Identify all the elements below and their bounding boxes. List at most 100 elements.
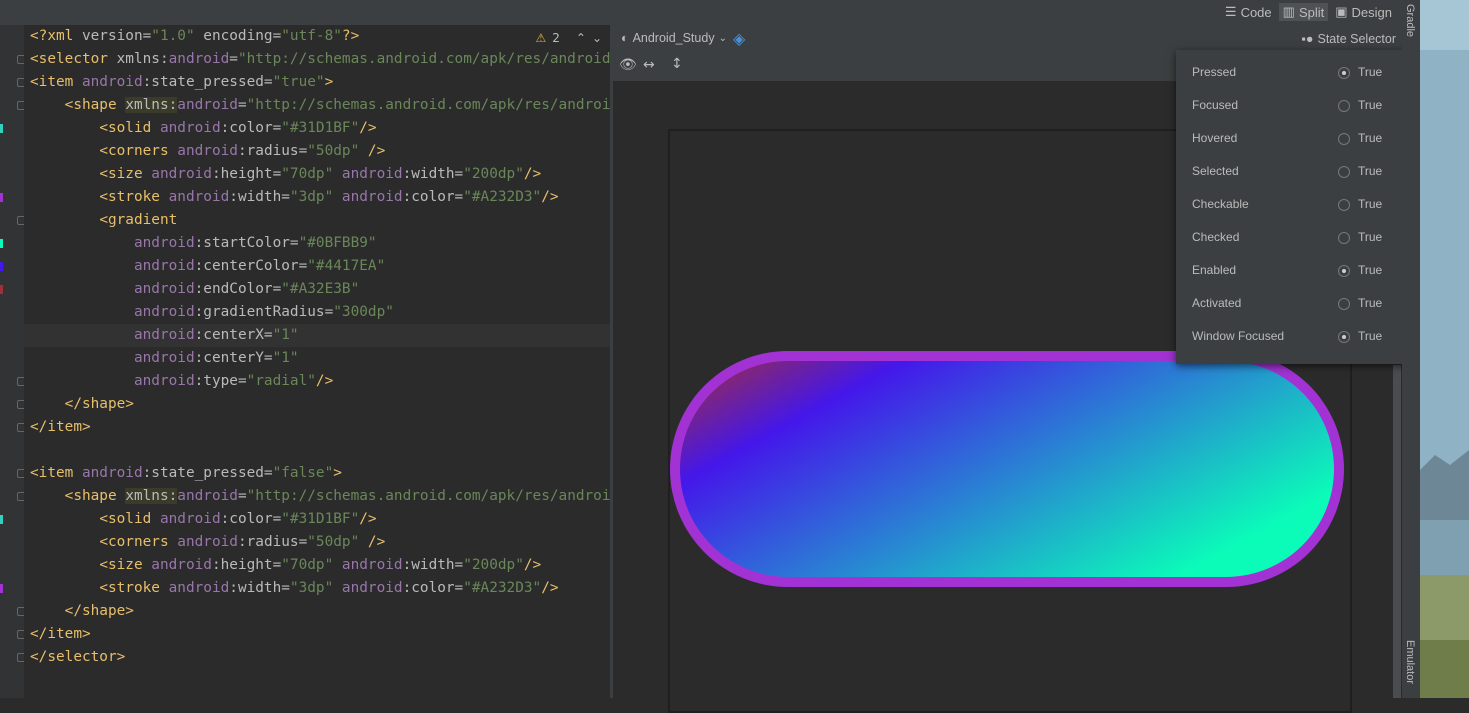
color-gutter-marker[interactable] — [0, 515, 3, 524]
code-line[interactable]: <selector xmlns:android="http://schemas.… — [24, 48, 610, 71]
state-selector-toggle[interactable]: ▪● State Selector — [1302, 32, 1397, 46]
code-line[interactable]: <shape xmlns:android="http://schemas.and… — [24, 94, 610, 117]
vertical-scrollbar[interactable] — [1393, 365, 1401, 698]
layers-icon[interactable]: ◈ — [733, 29, 745, 48]
code-line[interactable]: </selector> — [24, 646, 610, 669]
tab-code-label: Code — [1240, 4, 1272, 20]
code-line[interactable]: android:type="radial"/> — [24, 370, 610, 393]
code-line[interactable]: <shape xmlns:android="http://schemas.and… — [24, 485, 610, 508]
gradle-tool-button[interactable]: Gradle — [1404, 4, 1416, 37]
code-token: "true" — [272, 74, 325, 90]
code-line[interactable]: <corners android:radius="50dp" /> — [24, 140, 610, 163]
true-radio[interactable] — [1338, 67, 1350, 79]
true-radio[interactable] — [1338, 199, 1350, 211]
code-token: :height= — [211, 166, 282, 182]
code-token: = — [237, 97, 247, 113]
tab-split-label: Split — [1298, 4, 1325, 20]
code-token: <corners — [99, 534, 178, 550]
code-line[interactable]: <solid android:color="#31D1BF"/> — [24, 117, 610, 140]
code-line[interactable]: <?xml version="1.0" encoding="utf-8"?> — [24, 25, 610, 48]
code-line[interactable]: android:startColor="#0BFBB9" — [24, 232, 610, 255]
code-line[interactable]: android:centerY="1" — [24, 347, 610, 370]
code-token: android — [341, 166, 403, 182]
code-line[interactable]: <stroke android:width="3dp" android:colo… — [24, 186, 610, 209]
color-gutter-marker[interactable] — [0, 285, 3, 294]
code-line[interactable]: </item> — [24, 623, 610, 646]
code-line[interactable]: </item> — [24, 416, 610, 439]
true-radio[interactable] — [1338, 100, 1350, 112]
code-line[interactable]: <size android:height="70dp" android:widt… — [24, 163, 610, 186]
true-label: True — [1358, 98, 1383, 112]
code-line[interactable] — [24, 439, 610, 462]
tab-design[interactable]: ▣ Design — [1331, 3, 1396, 21]
code-line[interactable]: </shape> — [24, 600, 610, 623]
code-token: /> — [359, 120, 377, 136]
code-editor[interactable]: ⚠ 2 ⌃ ⌄ <?xml version="1.0" encoding="ut… — [24, 25, 610, 698]
true-radio[interactable] — [1338, 232, 1350, 244]
code-token: version= — [81, 28, 152, 44]
vertical-arrows-icon[interactable]: ↕ — [671, 56, 683, 72]
color-gutter-marker[interactable] — [0, 239, 3, 248]
color-gutter-marker[interactable] — [0, 584, 3, 593]
code-line[interactable]: <item android:state_pressed="false"> — [24, 462, 610, 485]
code-line[interactable]: <gradient — [24, 209, 610, 232]
code-token: android — [133, 258, 195, 274]
code-token: <size — [99, 557, 152, 573]
eye-icon[interactable]: 👁 — [619, 57, 637, 73]
code-token: <stroke — [99, 189, 169, 205]
true-radio[interactable] — [1338, 133, 1350, 145]
color-gutter-marker[interactable] — [0, 262, 3, 271]
emulator-tool-button[interactable]: Emulator — [1404, 640, 1416, 684]
chevron-down-icon[interactable]: ⌄ — [592, 31, 602, 45]
code-token: "70dp" — [281, 557, 342, 573]
inspection-widget: ⚠ 2 ⌃ ⌄ — [535, 31, 602, 45]
code-token: android — [133, 350, 195, 366]
code-line[interactable]: <item android:state_pressed="true"> — [24, 71, 610, 94]
code-line[interactable]: <stroke android:width="3dp" android:colo… — [24, 577, 610, 600]
horizontal-arrows-icon[interactable]: ↔ — [643, 57, 655, 73]
code-line[interactable]: android:gradientRadius="300dp" — [24, 301, 610, 324]
code-token: android — [133, 373, 195, 389]
warning-icon[interactable]: ⚠ — [535, 31, 546, 45]
true-radio[interactable] — [1338, 265, 1350, 277]
tab-design-label: Design — [1351, 4, 1392, 20]
code-token: /> — [315, 373, 334, 389]
tab-code[interactable]: ☰ Code — [1221, 3, 1276, 21]
true-radio[interactable] — [1338, 166, 1350, 178]
code-line[interactable]: android:centerX="1" — [24, 324, 610, 347]
code-line[interactable]: <corners android:radius="50dp" /> — [24, 531, 610, 554]
code-token: /> — [523, 557, 542, 573]
theme-selector[interactable]: ◐ Android_Study ⌄ — [621, 31, 727, 45]
state-selector-toggle-icon: ▪● — [1301, 32, 1314, 46]
true-label: True — [1358, 263, 1383, 277]
code-token: :gradientRadius= — [194, 304, 334, 320]
code-token: :type= — [194, 373, 247, 389]
color-gutter-marker[interactable] — [0, 124, 3, 133]
state-name: Focused — [1192, 98, 1239, 112]
code-line[interactable]: android:centerColor="#4417EA" — [24, 255, 610, 278]
code-token: :width= — [229, 189, 290, 205]
code-line[interactable]: <size android:height="70dp" android:widt… — [24, 554, 610, 577]
code-line[interactable]: <solid android:color="#31D1BF"/> — [24, 508, 610, 531]
tab-split[interactable]: ▥ Split — [1278, 3, 1329, 21]
code-line[interactable]: </shape> — [24, 393, 610, 416]
code-token: "70dp" — [281, 166, 342, 182]
code-line[interactable]: android:endColor="#A32E3B" — [24, 278, 610, 301]
code-token: "#31D1BF" — [281, 511, 360, 527]
code-icon: ☰ — [1224, 4, 1237, 19]
code-token: android — [168, 580, 230, 596]
color-gutter-marker[interactable] — [0, 193, 3, 202]
true-radio[interactable] — [1338, 298, 1350, 310]
code-token: "200dp" — [463, 557, 524, 573]
code-token: :state_pressed= — [142, 465, 273, 481]
chevron-up-icon[interactable]: ⌃ — [576, 31, 586, 45]
true-radio[interactable] — [1338, 331, 1350, 343]
